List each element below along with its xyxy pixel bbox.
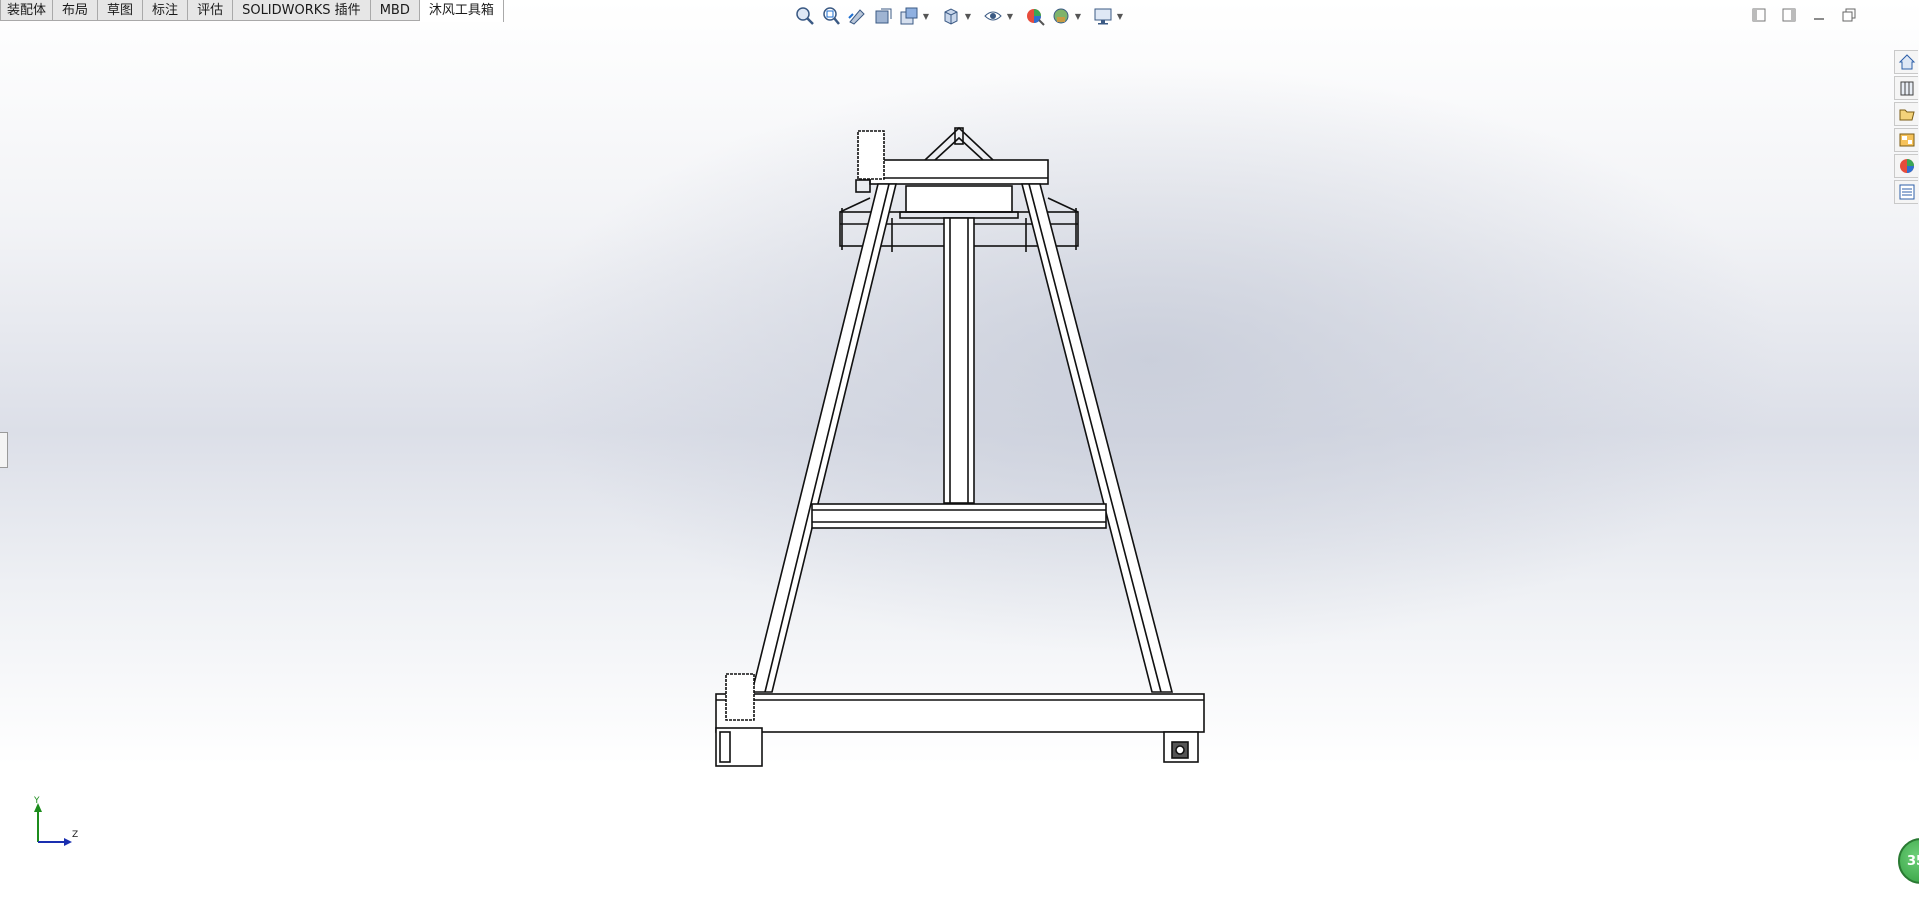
feature-manager-expand-handle[interactable] <box>0 432 8 468</box>
previous-view-icon[interactable] <box>846 5 868 27</box>
chevron-down-icon[interactable]: ▼ <box>1074 5 1082 27</box>
zoom-to-fit-icon[interactable] <box>794 5 816 27</box>
gantry-crane-model[interactable] <box>0 0 1919 900</box>
graphics-area[interactable]: 装配体 布局 草图 标注 评估 SOLIDWORKS 插件 MBD 沐风工具箱 … <box>0 0 1919 900</box>
view-settings-icon[interactable] <box>1092 5 1114 27</box>
tab-sketch[interactable]: 草图 <box>98 0 144 21</box>
design-library-icon[interactable] <box>1894 76 1918 100</box>
tab-assembly[interactable]: 装配体 <box>0 0 54 21</box>
section-view-icon[interactable] <box>872 5 894 27</box>
appearances-icon[interactable] <box>1894 154 1918 178</box>
chevron-down-icon[interactable]: ▼ <box>1116 5 1124 27</box>
command-manager-tabs: 装配体 布局 草图 标注 评估 SOLIDWORKS 插件 MBD 沐风工具箱 <box>0 0 504 22</box>
view-palette-icon[interactable] <box>1894 128 1918 152</box>
triad-y-label: Y <box>34 796 40 806</box>
heads-up-view-toolbar: ▼ ▼ ▼ ▼ ▼ <box>794 4 1130 28</box>
zoom-to-area-icon[interactable] <box>820 5 842 27</box>
view-orientation-icon[interactable] <box>940 5 962 27</box>
tab-evaluate[interactable]: 评估 <box>188 0 234 21</box>
tile-right-icon[interactable] <box>1779 6 1799 24</box>
minimize-icon[interactable] <box>1809 6 1829 24</box>
display-style-icon[interactable] <box>982 5 1004 27</box>
tab-mufeng-toolbox[interactable]: 沐风工具箱 <box>419 0 504 22</box>
chevron-down-icon[interactable]: ▼ <box>922 5 930 27</box>
chevron-down-icon[interactable]: ▼ <box>964 5 972 27</box>
restore-icon[interactable] <box>1839 6 1859 24</box>
task-pane <box>1894 50 1919 204</box>
file-explorer-icon[interactable] <box>1894 102 1918 126</box>
tile-left-icon[interactable] <box>1749 6 1769 24</box>
chevron-down-icon[interactable]: ▼ <box>1006 5 1014 27</box>
dynamic-annotation-view-icon[interactable] <box>898 5 920 27</box>
tab-markup[interactable]: 标注 <box>143 0 189 21</box>
tab-layout[interactable]: 布局 <box>53 0 99 21</box>
edit-appearance-icon[interactable] <box>1024 5 1046 27</box>
custom-properties-icon[interactable] <box>1894 180 1918 204</box>
reference-triad: Y Z <box>30 796 90 848</box>
triad-z-label: Z <box>72 830 79 840</box>
window-controls <box>1749 6 1859 24</box>
apply-scene-icon[interactable] <box>1050 5 1072 27</box>
solidworks-resources-icon[interactable] <box>1894 50 1918 74</box>
tab-solidworks-addins[interactable]: SOLIDWORKS 插件 <box>233 0 371 21</box>
tab-mbd[interactable]: MBD <box>370 0 420 21</box>
